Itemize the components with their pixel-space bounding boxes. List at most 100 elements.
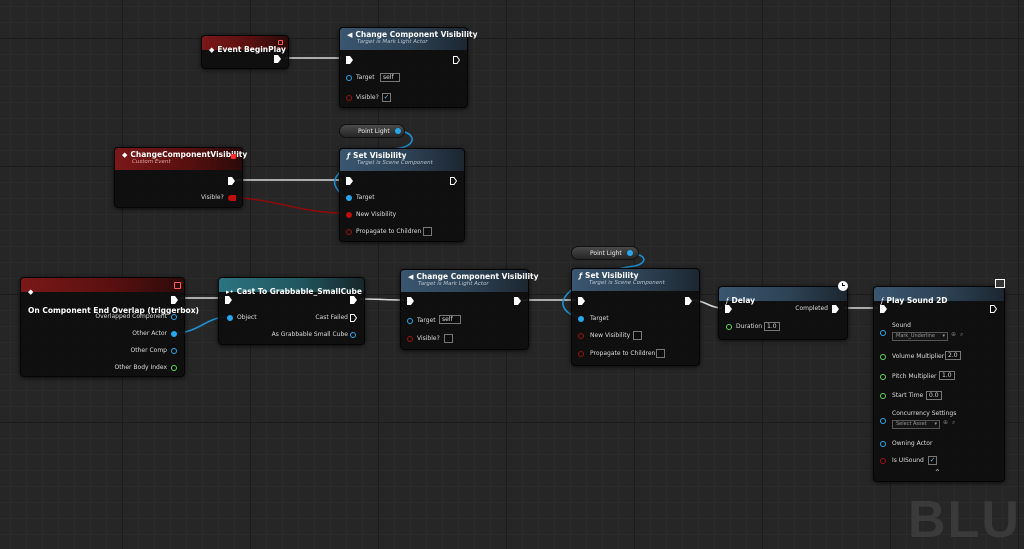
target-input[interactable]: self: [439, 315, 461, 324]
point-light-variable[interactable]: Point Light: [571, 246, 639, 260]
latent-clock-icon: [838, 281, 848, 291]
new-visibility-pin[interactable]: [346, 212, 352, 218]
target-label: Target: [356, 74, 375, 81]
event-beginplay-node[interactable]: ◆ Event BeginPlay: [201, 35, 289, 69]
search-icon[interactable]: ⌕: [952, 419, 955, 427]
exec-in-pin[interactable]: [346, 56, 353, 64]
target-pin[interactable]: [578, 316, 584, 322]
exec-out-pin[interactable]: [514, 297, 521, 305]
exec-out-pin[interactable]: [171, 296, 178, 304]
other-comp-label: Other Comp: [130, 347, 167, 354]
visible-out-pin[interactable]: [228, 195, 236, 201]
concurrency-pin[interactable]: [880, 418, 886, 424]
node-subtitle: Target is Mark Light Actor: [357, 39, 428, 45]
function-f-icon: ƒ: [347, 152, 351, 160]
node-title: Delay: [731, 296, 756, 305]
target-pin[interactable]: [407, 318, 413, 324]
duration-pin[interactable]: [726, 324, 732, 330]
propagate-label: Propagate to Children: [590, 350, 656, 357]
propagate-checkbox[interactable]: [423, 227, 432, 236]
exec-in-pin[interactable]: [725, 305, 732, 313]
object-pin[interactable]: [227, 315, 233, 321]
chevron-down-icon: ▾: [942, 333, 945, 339]
cast-failed-pin[interactable]: [350, 314, 357, 322]
owning-actor-pin[interactable]: [880, 441, 886, 447]
pitch-pin[interactable]: [880, 374, 886, 380]
pitch-input[interactable]: 1.0: [939, 371, 955, 380]
search-icon[interactable]: ⌕: [960, 331, 963, 339]
visible-pin[interactable]: [407, 336, 413, 342]
concurrency-asset-select[interactable]: Select Asset ▾: [892, 420, 940, 429]
custom-event-node[interactable]: ◆ ChangeComponentVisibility Custom Event …: [114, 147, 247, 208]
exec-out-pin[interactable]: [453, 56, 460, 64]
is-ui-sound-label: Is UISound: [892, 457, 924, 464]
volume-pin[interactable]: [880, 354, 886, 360]
change-component-visibility-node[interactable]: ◀ Change Component Visibility Target is M…: [400, 269, 539, 350]
exec-in-pin[interactable]: [407, 297, 414, 305]
new-visibility-pin[interactable]: [578, 333, 584, 339]
sound-asset-select[interactable]: Mark_Underline ▾: [892, 332, 948, 341]
exec-out-pin[interactable]: [450, 177, 457, 185]
target-label: Target: [356, 194, 375, 201]
completed-pin[interactable]: [832, 305, 839, 313]
as-grabbable-pin[interactable]: [350, 332, 356, 338]
browse-asset-icon[interactable]: ⊕: [943, 419, 948, 426]
is-ui-sound-checkbox[interactable]: ✓: [928, 456, 937, 465]
exec-out-pin[interactable]: [228, 177, 235, 185]
exec-out-pin[interactable]: [274, 55, 281, 63]
delegate-pin[interactable]: [278, 40, 283, 45]
new-visibility-label: New Visibility: [590, 332, 631, 339]
overlapped-component-pin[interactable]: [171, 314, 177, 320]
node-header: ƒ Set Visibility Target is Scene Componen…: [572, 269, 699, 291]
collapse-advanced-icon[interactable]: ⌃: [934, 468, 941, 477]
change-component-visibility-node[interactable]: ◀ Change Component Visibility Target is M…: [339, 27, 478, 108]
point-light-variable[interactable]: Point Light: [339, 124, 405, 138]
node-title: Event BeginPlay: [217, 45, 286, 54]
target-input[interactable]: self: [380, 73, 400, 82]
other-comp-pin[interactable]: [171, 348, 177, 354]
other-body-index-pin[interactable]: [171, 365, 177, 371]
exec-in-pin[interactable]: [880, 305, 887, 313]
delay-node[interactable]: ƒ Delay Completed Duration 1.0: [718, 281, 848, 340]
is-ui-sound-pin[interactable]: [880, 458, 886, 464]
node-title: Play Sound 2D: [886, 296, 948, 305]
cast-to-node[interactable]: ▸• Cast To Grabbable_SmallCube Object Cas…: [218, 277, 365, 345]
browse-asset-icon[interactable]: ⊕: [951, 331, 956, 338]
exec-in-pin[interactable]: [346, 177, 353, 185]
propagate-label: Propagate to Children: [356, 228, 422, 235]
volume-input[interactable]: 2.0: [945, 351, 961, 360]
point-light-out-pin[interactable]: [395, 128, 401, 134]
sound-pin[interactable]: [880, 330, 886, 336]
play-sound-2d-node[interactable]: ƒ Play Sound 2D Sound Mark_Underline ▾ ⊕ …: [873, 279, 1005, 482]
node-header: ƒ Set Visibility Target is Scene Componen…: [340, 149, 464, 171]
other-actor-pin[interactable]: [171, 331, 177, 337]
exec-out-pin[interactable]: [685, 297, 692, 305]
point-light-out-pin[interactable]: [627, 250, 633, 256]
visible-checkbox[interactable]: [444, 334, 453, 343]
duration-input[interactable]: 1.0: [764, 322, 780, 331]
new-visibility-checkbox[interactable]: [633, 331, 642, 340]
exec-out-pin[interactable]: [350, 296, 357, 304]
delegate-pin[interactable]: [174, 282, 181, 289]
exec-in-pin[interactable]: [578, 297, 585, 305]
target-pin[interactable]: [346, 195, 352, 201]
exec-in-pin[interactable]: [225, 296, 232, 304]
propagate-pin[interactable]: [578, 351, 584, 357]
start-time-pin[interactable]: [880, 393, 886, 399]
visible-pin[interactable]: [346, 95, 352, 101]
start-time-input[interactable]: 0.0: [926, 391, 942, 400]
set-visibility-node[interactable]: ƒ Set Visibility Target is Scene Componen…: [339, 148, 465, 242]
delegate-pin[interactable]: [231, 154, 236, 159]
on-component-end-overlap-node[interactable]: ◆On Component End Overlap (triggerbox) O…: [20, 277, 199, 377]
node-header: ◀ Change Component Visibility Target is M…: [401, 270, 539, 292]
node-title: Change Component Visibility: [416, 272, 539, 281]
exec-out-pin[interactable]: [990, 305, 997, 313]
set-visibility-node[interactable]: ƒ Set Visibility Target is Scene Componen…: [571, 268, 700, 366]
node-header: ◆On Component End Overlap (triggerbox): [21, 278, 199, 315]
node-subtitle: Custom Event: [132, 159, 171, 165]
propagate-checkbox[interactable]: [656, 349, 665, 358]
as-grabbable-label: As Grabbable Small Cube: [271, 331, 348, 338]
target-pin[interactable]: [346, 75, 352, 81]
visible-checkbox[interactable]: ✓: [382, 93, 391, 102]
propagate-pin[interactable]: [346, 229, 352, 235]
